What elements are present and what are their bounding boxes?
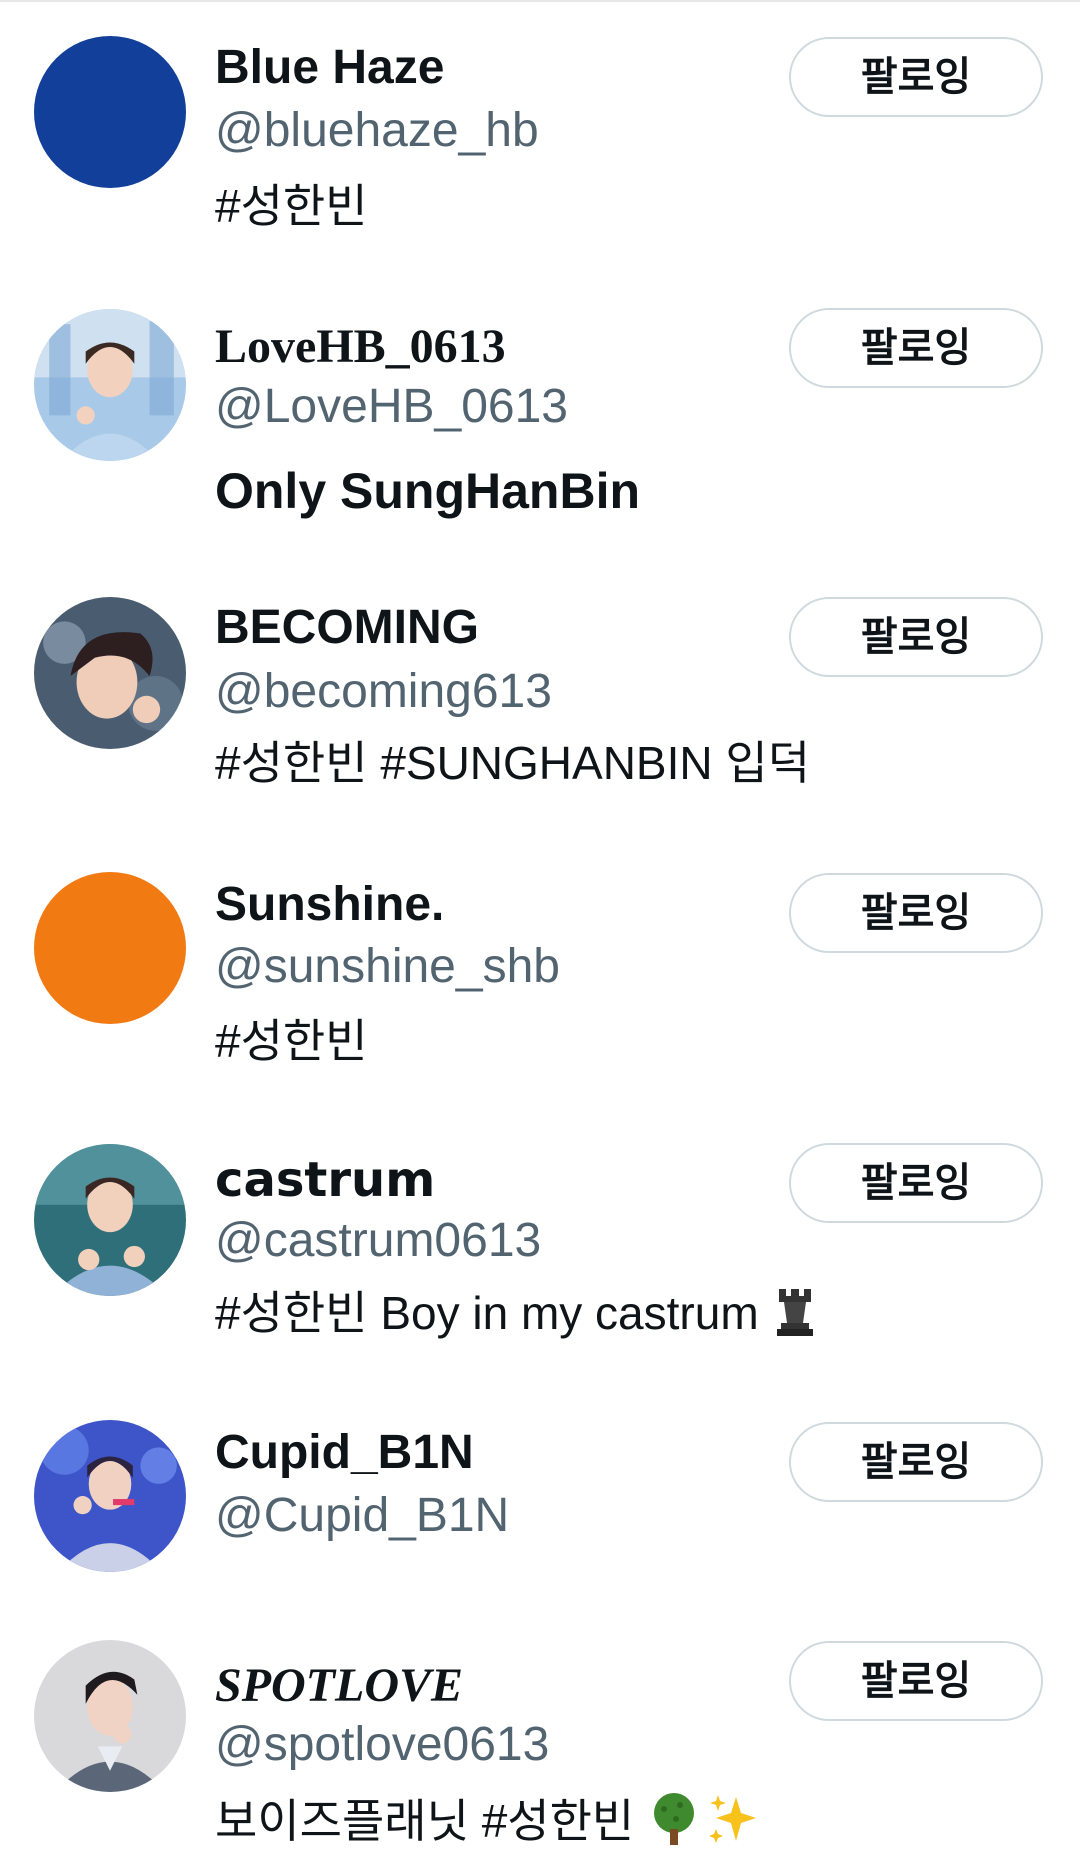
user-bio: #성한빈 [215, 180, 368, 232]
display-name[interactable]: SPOTLOVE [215, 1658, 463, 1714]
following-button[interactable]: 팔로잉 [789, 1641, 1043, 1721]
user-handle: @becoming613 [215, 665, 552, 718]
following-button[interactable]: 팔로잉 [789, 873, 1043, 953]
tree-icon [648, 1791, 700, 1859]
display-name[interactable]: Blue Haze [215, 40, 444, 96]
photo-avatar [34, 1640, 186, 1792]
photo-avatar [34, 1420, 186, 1572]
avatar[interactable] [34, 36, 186, 188]
avatar[interactable] [34, 872, 186, 1024]
list-item[interactable]: castrum @castrum0613 #성한빈 Boy in my cast… [0, 1135, 1080, 1410]
user-handle: @bluehaze_hb [215, 104, 539, 157]
user-handle: @castrum0613 [215, 1214, 542, 1267]
user-handle: @LoveHB_0613 [215, 380, 568, 433]
avatar[interactable] [34, 309, 186, 461]
following-button[interactable]: 팔로잉 [789, 1422, 1043, 1502]
list-item[interactable]: LoveHB_0613 @LoveHB_0613 Only SungHanBin… [0, 275, 1080, 565]
user-handle: @sunshine_shb [215, 940, 560, 993]
display-name[interactable]: BECOMING [215, 600, 479, 656]
photo-avatar [34, 1144, 186, 1296]
sparkles-icon [706, 1791, 762, 1859]
list-item[interactable]: Blue Haze @bluehaze_hb #성한빈 팔로잉 [0, 0, 1080, 275]
avatar[interactable] [34, 1144, 186, 1296]
user-bio: 보이즈플래닛 #성한빈 [215, 1791, 762, 1859]
display-name[interactable]: Cupid_B1N [215, 1425, 474, 1481]
list-item[interactable]: BECOMING @becoming613 #성한빈 #SUNGHANBIN 입… [0, 565, 1080, 850]
solid-orange-avatar [34, 872, 186, 1024]
following-button[interactable]: 팔로잉 [789, 37, 1043, 117]
display-name[interactable]: castrum [215, 1152, 435, 1208]
user-bio: #성한빈 #SUNGHANBIN 입덕 [215, 737, 811, 789]
avatar[interactable] [34, 597, 186, 749]
display-name[interactable]: LoveHB_0613 [215, 319, 506, 375]
display-name[interactable]: Sunshine. [215, 877, 444, 933]
list-item[interactable]: Cupid_B1N @Cupid_B1N 팔로잉 [0, 1410, 1080, 1625]
avatar[interactable] [34, 1640, 186, 1792]
user-bio-text: #성한빈 Boy in my castrum [215, 1287, 759, 1340]
avatar[interactable] [34, 1420, 186, 1572]
photo-avatar [34, 309, 186, 461]
chess-rook-icon [773, 1285, 817, 1349]
user-handle: @Cupid_B1N [215, 1489, 510, 1542]
list-item[interactable]: Sunshine. @sunshine_shb #성한빈 팔로잉 [0, 850, 1080, 1135]
list-item[interactable]: SPOTLOVE @spotlove0613 보이즈플래닛 #성한빈 팔로잉 [0, 1625, 1080, 1866]
following-button[interactable]: 팔로잉 [789, 1143, 1043, 1223]
solid-blue-avatar [34, 36, 186, 188]
user-handle: @spotlove0613 [215, 1718, 550, 1771]
photo-avatar [34, 597, 186, 749]
user-bio: #성한빈 [215, 1015, 368, 1067]
user-bio: Only SungHanBin [215, 463, 640, 519]
user-bio: #성한빈 Boy in my castrum [215, 1285, 817, 1349]
following-button[interactable]: 팔로잉 [789, 597, 1043, 677]
user-bio-text: 보이즈플래닛 #성한빈 [215, 1795, 635, 1848]
following-button[interactable]: 팔로잉 [789, 308, 1043, 388]
